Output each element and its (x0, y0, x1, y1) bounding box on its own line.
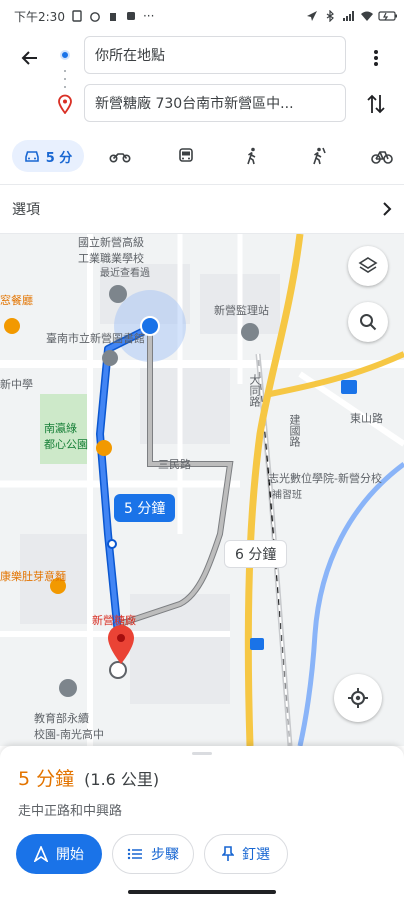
more-dots-icon: ··· (142, 9, 155, 23)
origin-field[interactable]: 你所在地點 (84, 36, 346, 74)
destination-pin-icon (57, 94, 73, 118)
wifi-icon (360, 10, 373, 22)
eta-row: 5 分鐘 (1.6 公里) (18, 764, 159, 791)
options-row[interactable]: 選項 (0, 184, 404, 234)
route-via: 走中正路和中興路 (18, 804, 123, 819)
label-school: 國立新營高級 工業職業學校 (78, 236, 144, 265)
label-school-sub: 最近查看過 (100, 268, 150, 279)
chevron-right-icon (383, 202, 392, 216)
label-sanmin-road: 三民路 (158, 458, 191, 471)
swap-vert-icon (367, 94, 385, 114)
rideshare-icon (313, 147, 326, 165)
tab-drive[interactable]: 5 分 (12, 140, 84, 172)
route-summary-sheet: 5 分鐘 (1.6 公里) 走中正路和中興路 開始 步驟 釘選 (0, 746, 404, 900)
tab-walk[interactable] (238, 140, 266, 172)
pin-icon (222, 846, 234, 861)
primary-route-label[interactable]: 5 分鐘 (114, 494, 176, 522)
start-button[interactable]: 開始 (16, 834, 102, 874)
tab-rideshare[interactable] (304, 140, 332, 172)
label-food-left: 窓餐廳 (0, 294, 33, 307)
label-jianguo-road: 建國路 (288, 414, 301, 447)
more-vert-icon (374, 50, 378, 66)
back-button[interactable] (16, 44, 44, 72)
swap-button[interactable] (362, 90, 390, 118)
tab-transit[interactable] (172, 140, 200, 172)
options-label: 選項 (12, 202, 40, 218)
directions-header: 你所在地點 新營糖廠 730台南市新營區中... 5 分 (0, 32, 404, 182)
route-dots-icon (64, 70, 66, 88)
bluetooth-icon (324, 9, 336, 23)
car-icon (24, 151, 39, 162)
tab-motorcycle[interactable] (106, 140, 134, 172)
navigation-arrow-icon (34, 846, 48, 862)
system-nav-handle[interactable] (128, 890, 276, 894)
walk-icon (247, 147, 256, 165)
more-options-button[interactable] (366, 44, 386, 72)
label-sugar-factory: 新營糖廠 (92, 614, 136, 627)
label-zhiguang: 志光數位學院-新營分校 (268, 472, 382, 485)
travel-mode-tabs: 5 分 (0, 136, 404, 176)
search-along-route-button[interactable] (348, 302, 388, 342)
search-icon (360, 314, 377, 331)
label-library: 臺南市立新營圖書館 (46, 332, 145, 345)
label-zhiguang-sub: 補習班 (272, 490, 302, 501)
location-icon (306, 10, 318, 22)
battery-icon (378, 10, 397, 22)
trash-icon (107, 10, 119, 22)
eta-time: 5 分鐘 (18, 768, 75, 790)
status-bar: 下午2:30 ··· (0, 0, 404, 32)
pin-button[interactable]: 釘選 (204, 834, 288, 874)
layers-button[interactable] (348, 246, 388, 286)
map-canvas (0, 234, 404, 746)
bus-icon (179, 148, 193, 162)
tab-drive-label: 5 分 (45, 150, 73, 166)
eta-distance: (1.6 公里) (84, 770, 160, 789)
steps-button[interactable]: 步驟 (112, 834, 194, 874)
bicycle-icon (371, 151, 393, 164)
signal-icon (342, 10, 354, 22)
destination-field[interactable]: 新營糖廠 730台南市新營區中... (84, 84, 346, 122)
alt-route-label[interactable]: 6 分鐘 (224, 540, 288, 568)
label-kangle: 康樂肚芽意麵 (0, 570, 66, 583)
my-location-icon (348, 688, 368, 708)
layers-icon (358, 257, 378, 273)
motorcycle-icon (109, 153, 131, 163)
label-supervision: 新營監理站 (214, 304, 269, 317)
message-icon (125, 10, 137, 22)
label-ministry: 教育部永續 校園-南光高中 (34, 712, 104, 741)
map-view[interactable]: 國立新營高級 工業職業學校 最近查看過 新營監理站 臺南市立新營圖書館 南瀛綠 … (0, 234, 404, 746)
label-park: 南瀛綠 都心公園 (44, 422, 88, 451)
origin-dot-icon (60, 50, 70, 60)
list-icon (127, 848, 142, 860)
pin-button-label: 釘選 (242, 847, 270, 863)
label-datong-road: 大同路 (248, 374, 261, 407)
arrow-back-icon (21, 51, 37, 65)
label-middle-school: 新中學 (0, 378, 33, 391)
alarm-icon (89, 10, 101, 22)
label-dongshan-road: 東山路 (350, 412, 383, 425)
steps-button-label: 步驟 (151, 847, 179, 863)
my-location-button[interactable] (334, 674, 382, 722)
sheet-drag-handle[interactable] (192, 752, 212, 755)
tab-bicycle[interactable] (368, 140, 396, 172)
sim-icon (71, 10, 83, 22)
start-button-label: 開始 (56, 847, 84, 863)
status-time: 下午2:30 (14, 9, 65, 24)
